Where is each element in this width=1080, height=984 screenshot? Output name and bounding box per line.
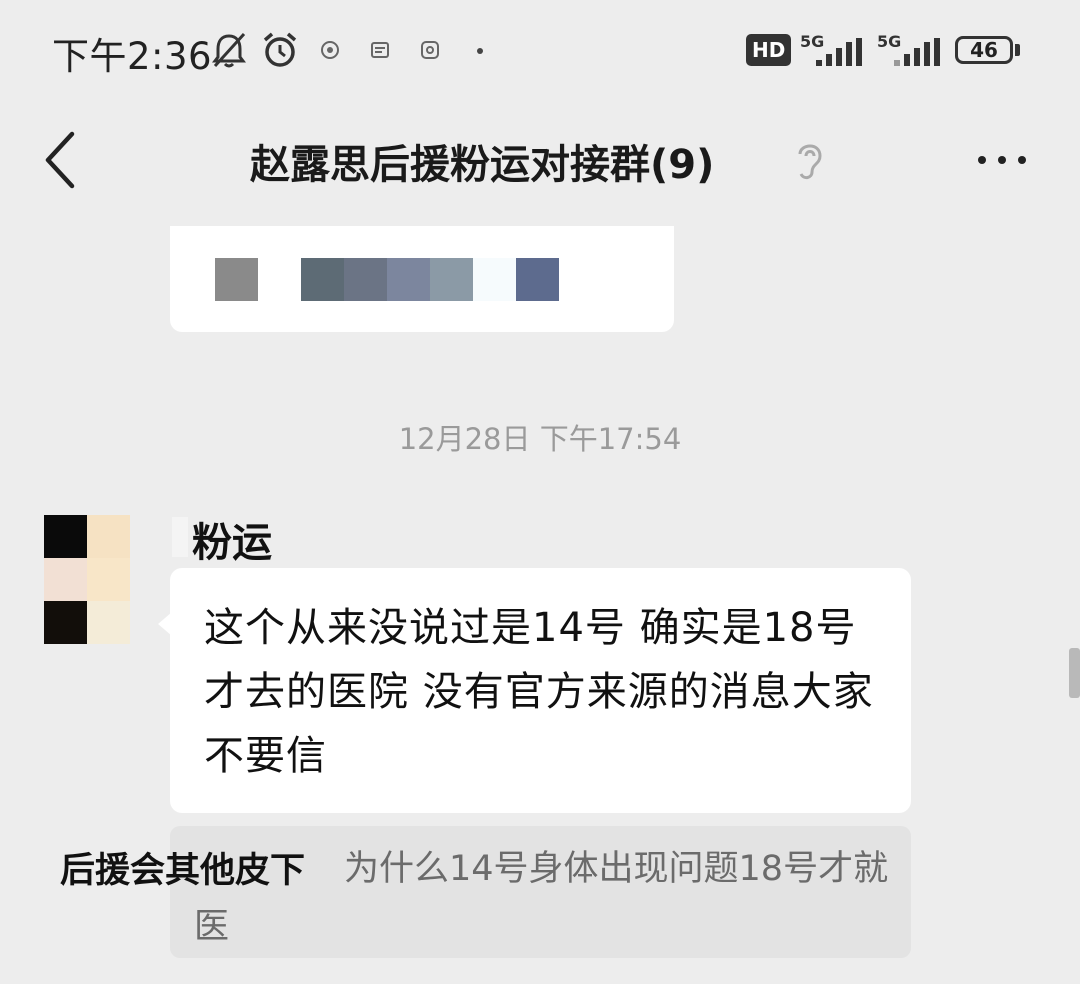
censored-pixel-block <box>344 258 387 301</box>
app-notification-icon <box>321 41 339 59</box>
sender-badge <box>172 517 188 557</box>
more-dots-icon[interactable] <box>978 150 1028 170</box>
censored-pixel-block <box>387 258 430 301</box>
censored-pixel-block <box>301 258 344 301</box>
battery-tip <box>1015 44 1020 56</box>
quoted-sender-name: 后援会其他皮下 <box>60 851 306 891</box>
censored-pixel-block <box>215 258 258 301</box>
censored-pixel-block <box>473 258 516 301</box>
alarm-icon <box>263 32 297 67</box>
more-notifications-dot <box>477 48 483 54</box>
scrollbar[interactable] <box>1069 648 1080 698</box>
avatar[interactable] <box>44 515 130 645</box>
hd-call-badge: HD <box>746 34 792 66</box>
battery-level: 46 <box>970 38 998 62</box>
chat-header: 赵露思后援粉运对接群(9) <box>0 100 1080 220</box>
status-time: 下午2:36 <box>52 35 213 78</box>
signal-icon <box>816 38 862 66</box>
message-text: 这个从来没说过是14号 确实是18号才去的医院 没有官方来源的消息大家不要信 <box>204 605 874 779</box>
signal-icon-2 <box>894 38 940 66</box>
social-notification-icon <box>421 41 439 59</box>
chat-title: 赵露思后援粉运对接群(9) <box>250 142 715 188</box>
ear-icon[interactable] <box>792 138 826 182</box>
sender-name: 粉运 <box>192 520 272 566</box>
battery-icon: 46 <box>955 36 1013 64</box>
status-bar: 下午2:36 HD 5G 5G 46 <box>0 0 1080 100</box>
news-notification-icon <box>371 42 389 58</box>
message-timestamp: 12月28日 下午17:54 <box>398 422 682 456</box>
censored-pixel-block <box>516 258 559 301</box>
mute-bell-icon <box>212 32 246 68</box>
back-chevron-icon[interactable] <box>40 128 80 192</box>
censored-pixel-block <box>430 258 473 301</box>
